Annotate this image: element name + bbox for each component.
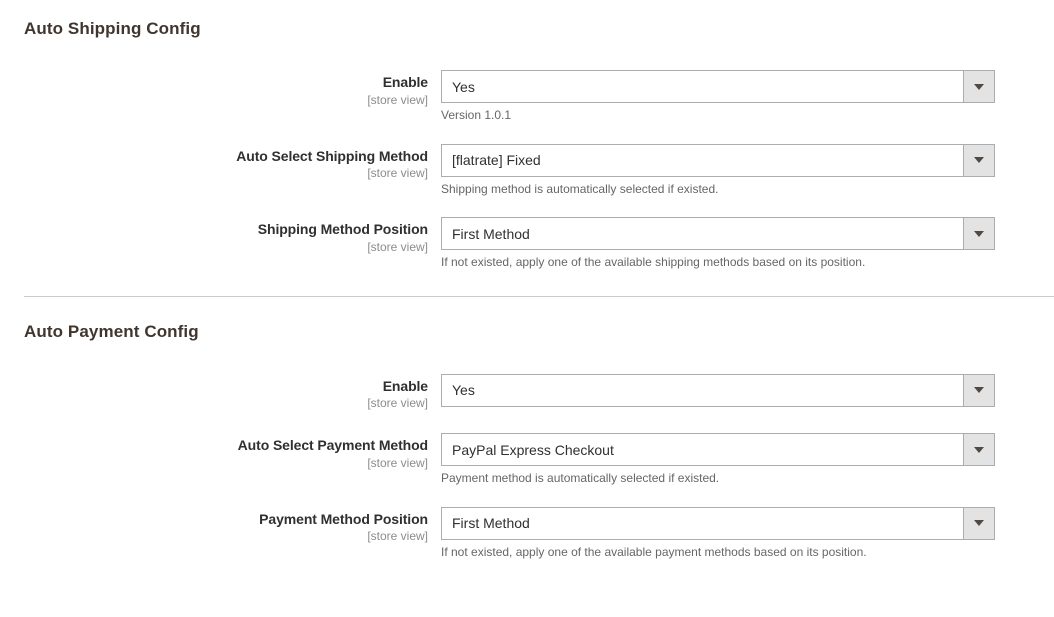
field-control-payment-enable: Yes bbox=[441, 373, 995, 407]
field-control-payment-method-position: First Method If not existed, apply one o… bbox=[441, 506, 995, 561]
field-row-payment-enable: Enable [store view] Yes bbox=[0, 373, 1054, 412]
scope-text: [store view] bbox=[367, 166, 428, 181]
select-auto-select-shipping-method[interactable]: [flatrate] Fixed bbox=[441, 143, 995, 177]
field-control-shipping-method-position: First Method If not existed, apply one o… bbox=[441, 217, 995, 271]
scope-text: [store view] bbox=[367, 455, 428, 470]
chevron-down-icon[interactable] bbox=[963, 144, 994, 176]
label-text: Enable bbox=[382, 377, 428, 394]
field-label-payment-enable: Enable [store view] bbox=[24, 374, 441, 412]
select-payment-method-position[interactable]: First Method bbox=[441, 506, 995, 540]
select-shipping-enable[interactable]: Yes bbox=[441, 70, 995, 103]
label-text: Auto Select Shipping Method bbox=[236, 147, 428, 164]
field-label-auto-select-payment-method: Auto Select Payment Method [store view] bbox=[24, 433, 441, 471]
field-control-auto-select-shipping-method: [flatrate] Fixed Shipping method is auto… bbox=[441, 143, 995, 198]
config-page: Auto Shipping Config Enable [store view]… bbox=[0, 0, 1054, 617]
select-value: First Method bbox=[452, 515, 530, 532]
field-note-payment-method-position: If not existed, apply one of the availab… bbox=[441, 544, 867, 559]
select-shipping-method-position[interactable]: First Method bbox=[441, 217, 995, 251]
label-text: Enable bbox=[382, 74, 428, 90]
field-row-auto-select-shipping-method: Auto Select Shipping Method [store view]… bbox=[0, 143, 1054, 198]
select-value: Yes bbox=[452, 382, 475, 399]
select-value: [flatrate] Fixed bbox=[452, 152, 541, 169]
select-value: Yes bbox=[452, 78, 475, 95]
field-label-shipping-enable: Enable [store view] bbox=[24, 70, 441, 108]
section-title-auto-shipping-config: Auto Shipping Config bbox=[24, 19, 201, 38]
field-label-shipping-method-position: Shipping Method Position [store view] bbox=[24, 217, 441, 255]
chevron-down-icon[interactable] bbox=[963, 218, 994, 250]
label-text: Auto Select Payment Method bbox=[237, 437, 428, 454]
field-row-shipping-enable: Enable [store view] Yes Version 1.0.1 bbox=[0, 70, 1054, 124]
field-control-auto-select-payment-method: PayPal Express Checkout Payment method i… bbox=[441, 433, 995, 487]
label-text: Shipping Method Position bbox=[257, 221, 428, 238]
field-label-auto-select-shipping-method: Auto Select Shipping Method [store view] bbox=[24, 144, 441, 182]
section-title-auto-payment-config: Auto Payment Config bbox=[24, 321, 199, 341]
field-control-shipping-enable: Yes Version 1.0.1 bbox=[441, 70, 995, 124]
label-text: Payment Method Position bbox=[259, 510, 428, 527]
field-row-payment-method-position: Payment Method Position [store view] Fir… bbox=[0, 506, 1054, 561]
scope-text: [store view] bbox=[367, 92, 428, 107]
scope-text: [store view] bbox=[367, 529, 428, 544]
select-auto-select-payment-method[interactable]: PayPal Express Checkout bbox=[441, 433, 995, 467]
select-value: First Method bbox=[452, 225, 530, 242]
field-label-payment-method-position: Payment Method Position [store view] bbox=[24, 507, 441, 545]
field-note-shipping-method-position: If not existed, apply one of the availab… bbox=[441, 255, 866, 270]
chevron-down-icon[interactable] bbox=[963, 71, 994, 102]
chevron-down-icon[interactable] bbox=[963, 507, 994, 539]
field-row-auto-select-payment-method: Auto Select Payment Method [store view] … bbox=[0, 433, 1054, 487]
scope-text: [store view] bbox=[367, 396, 428, 411]
chevron-down-icon[interactable] bbox=[963, 434, 994, 466]
chevron-down-icon[interactable] bbox=[963, 374, 994, 406]
field-note-shipping-enable: Version 1.0.1 bbox=[441, 108, 512, 122]
field-note-auto-select-payment-method: Payment method is automatically selected… bbox=[441, 471, 720, 486]
scope-text: [store view] bbox=[367, 239, 428, 254]
field-note-auto-select-shipping-method: Shipping method is automatically selecte… bbox=[441, 181, 719, 196]
select-payment-enable[interactable]: Yes bbox=[441, 373, 995, 407]
section-auto-shipping-config: Auto Shipping Config Enable [store view]… bbox=[0, 0, 1054, 271]
field-row-shipping-method-position: Shipping Method Position [store view] Fi… bbox=[0, 217, 1054, 271]
section-auto-payment-config: Auto Payment Config Enable [store view] … bbox=[0, 297, 1054, 561]
select-value: PayPal Express Checkout bbox=[452, 441, 614, 458]
